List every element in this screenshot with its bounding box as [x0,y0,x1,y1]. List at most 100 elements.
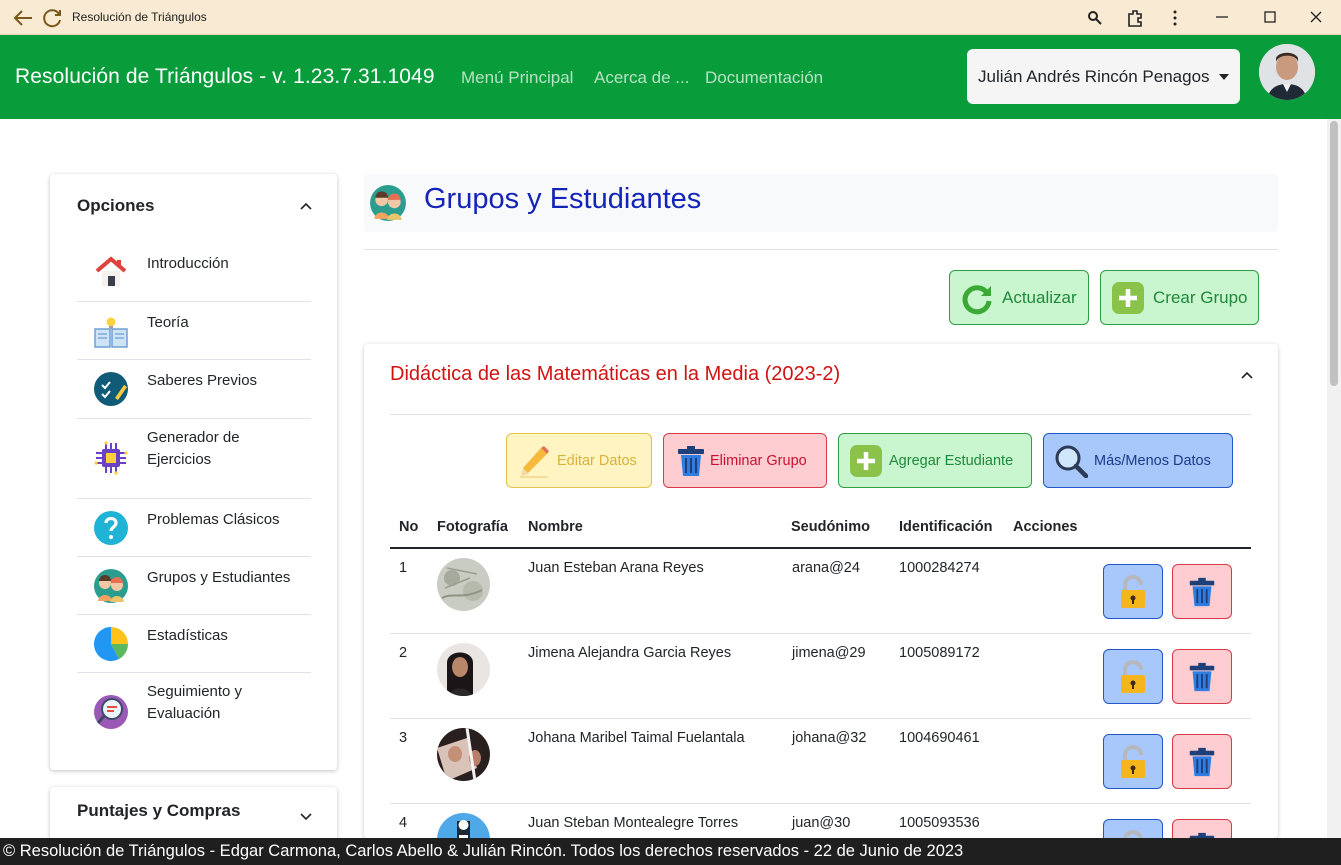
student-photo [437,558,490,611]
more-options-icon[interactable] [1168,10,1182,26]
sidebar-item-saberes-previos[interactable]: Saberes Previos [77,360,311,419]
more-less-data-button[interactable]: Más/Menos Datos [1043,433,1233,488]
delete-student-button[interactable] [1172,649,1232,704]
sidebar-item-label: Saberes Previos [147,372,258,389]
refresh-button[interactable]: Actualizar [949,270,1089,325]
lock-student-button[interactable] [1103,649,1163,704]
group-card: Didáctica de las Matemáticas en la Media… [364,344,1278,838]
sidebar-item-introduccion[interactable]: Introducción [77,243,311,302]
sidebar-item-grupos-y-estudiantes[interactable]: Grupos y Estudiantes [77,557,311,615]
student-photo [437,728,490,781]
students-icon [94,569,128,603]
nav-link-about[interactable]: Acerca de ... [594,68,689,88]
user-dropdown[interactable]: Julián Andrés Rincón Penagos [967,49,1240,104]
delete-student-button[interactable] [1172,819,1232,838]
chip-icon [94,441,128,475]
student-id: 1005089172 [899,645,980,661]
minimize-icon[interactable] [1214,9,1230,25]
delete-student-button[interactable] [1172,564,1232,619]
sidebar-item-estadisticas[interactable]: Estadísticas [77,615,311,673]
delete-student-button[interactable] [1172,734,1232,789]
create-group-button[interactable]: Crear Grupo [1100,270,1259,325]
back-arrow-icon[interactable] [12,8,34,28]
photo-image [437,813,490,838]
column-header-alias: Seudónimo [791,519,870,535]
extension-icon[interactable] [1125,8,1145,28]
student-photo [437,643,490,696]
pencil-icon [520,445,549,478]
padlock-icon [1123,829,1143,838]
photo-image [437,728,490,781]
sidebar-item-label: Problemas Clásicos [147,511,280,528]
chevron-up-icon[interactable] [299,199,313,213]
padlock-icon [1121,574,1145,608]
student-name: Juan Steban Montealegre Torres [528,815,739,831]
app-brand[interactable]: Resolución de Triángulos - v. 1.23.7.31.… [15,65,435,89]
edit-data-button[interactable]: Editar Datos [506,433,652,488]
nav-link-documentation[interactable]: Documentación [705,68,823,88]
sidebar-item-label: Grupos y Estudiantes [147,569,291,586]
column-header-no: No [399,519,419,535]
lock-student-button[interactable] [1103,564,1163,619]
refresh-icon [962,284,992,314]
delete-group-button[interactable]: Eliminar Grupo [663,433,827,488]
divider [390,414,1251,415]
column-header-id: Identificación [899,519,993,535]
user-name: Julián Andrés Rincón Penagos [978,66,1210,86]
sidebar-heading: Opciones [77,196,155,215]
add-student-button[interactable]: Agregar Estudiante [838,433,1032,488]
student-name: Jimena Alejandra Garcia Reyes [528,645,732,661]
trash-icon [1189,662,1215,691]
sidebar-item-label: Seguimiento y Evaluación [147,683,243,722]
sidebar-item-generador-de-ejercicios[interactable]: Generador de Ejercicios [77,419,311,499]
student-number: 1 [399,560,408,576]
student-alias: johana@32 [792,730,867,746]
maximize-icon[interactable] [1262,9,1278,25]
chevron-up-icon[interactable] [1240,368,1254,382]
scrollbar-thumb[interactable] [1330,121,1338,386]
lock-student-button[interactable] [1103,734,1163,789]
user-avatar[interactable] [1259,44,1315,100]
question-icon [94,511,128,545]
student-alias: arana@24 [792,560,860,576]
sidebar-item-teoria[interactable]: Teoría [77,302,311,360]
caret-down-icon [1219,74,1229,80]
student-number: 4 [399,815,408,831]
group-title[interactable]: Didáctica de las Matemáticas en la Media… [390,363,840,386]
more-less-data-label: Más/Menos Datos [1094,452,1211,469]
zoom-icon[interactable] [1087,10,1103,26]
magnifier-icon [1055,445,1088,478]
refresh-label: Actualizar [1002,287,1077,307]
student-id: 1004690461 [899,730,980,746]
panel-heading: Puntajes y Compras [77,801,241,820]
top-navbar: Resolución de Triángulos - v. 1.23.7.31.… [0,35,1341,119]
photo-image [437,558,490,611]
student-name: Johana Maribel Taimal Fuelantala [528,730,745,746]
sidebar-item-problemas-clasicos[interactable]: Problemas Clásicos [77,499,311,557]
evaluation-icon [94,695,128,729]
lock-student-button[interactable] [1103,819,1163,838]
edit-data-label: Editar Datos [557,452,637,469]
footer-text: © Resolución de Triángulos - Edgar Carmo… [3,842,964,860]
photo-image [437,643,490,696]
student-number: 3 [399,730,408,746]
table-row: 3 Johana Maribel Taimal Fuelantala johan… [390,719,1251,804]
close-icon[interactable] [1308,9,1324,25]
pie-chart-icon [94,627,128,661]
checklist-pencil-icon [94,372,128,406]
padlock-icon [1121,744,1145,778]
page-scrollbar[interactable] [1327,119,1341,838]
column-header-name: Nombre [528,519,583,535]
create-group-label: Crear Grupo [1153,287,1248,307]
trash-icon [1189,747,1215,776]
chevron-down-icon[interactable] [299,810,313,824]
browser-titlebar: Resolución de Triángulos [0,0,1341,35]
student-number: 2 [399,645,408,661]
nav-link-main-menu[interactable]: Menú Principal [461,68,573,88]
plus-icon [1112,281,1144,314]
reload-icon[interactable] [42,8,64,28]
divider [364,249,1278,250]
sidebar-item-seguimiento-y-evaluacion[interactable]: Seguimiento y Evaluación [77,673,311,753]
sidebar-item-label: Introducción [147,255,229,272]
student-photo [437,813,490,838]
